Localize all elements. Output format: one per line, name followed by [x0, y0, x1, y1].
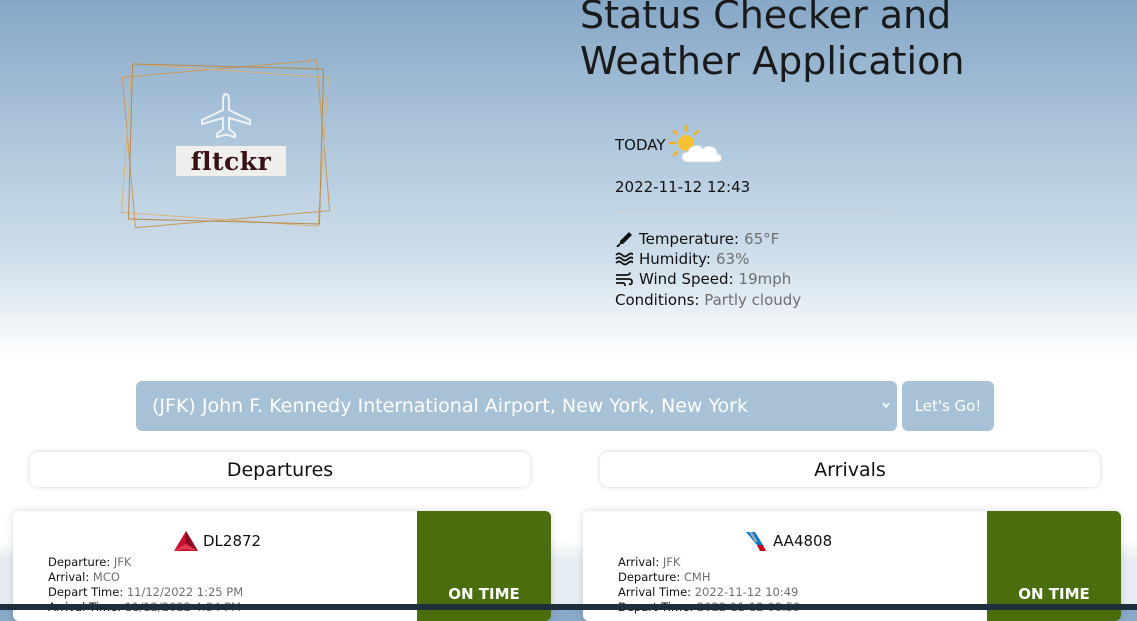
temperature-row: Temperature: 65°F [615, 229, 885, 249]
flight-number: AA4808 [773, 532, 833, 550]
info-label: Arrival: [618, 555, 660, 569]
humidity-waves-icon [615, 252, 633, 266]
today-row: TODAY [615, 124, 885, 166]
info-label: Departure: [48, 555, 111, 569]
weather-panel: TODAY 2022-11-12 12:43 Temperature: 65°F [615, 124, 885, 309]
info-row: Arrival: MCO [48, 570, 243, 585]
bottom-background-strip [0, 604, 1137, 610]
info-row: Depart Time: 11/12/2022 1:25 PM [48, 585, 243, 600]
conditions-label: Conditions: [615, 291, 700, 309]
airplane-icon [201, 92, 251, 139]
info-label: Departure: [618, 570, 681, 584]
page-title-line-2: Weather Application [580, 39, 965, 83]
page-title: Status Checker and Weather Application [580, 0, 1120, 84]
humidity-value: 63% [715, 250, 750, 268]
status-text: ON TIME [1018, 585, 1090, 603]
conditions-value: Partly cloudy [704, 291, 802, 309]
weather-divider [615, 212, 884, 213]
logo-text-box: fltckr [176, 146, 286, 176]
info-value: 2022-11-12 10:49 [694, 585, 799, 599]
logo-text: fltckr [190, 146, 272, 176]
flight-number: DL2872 [203, 532, 262, 550]
partly-cloudy-icon [668, 124, 722, 163]
info-value: CMH [683, 570, 711, 584]
lets-go-button[interactable]: Let's Go! [902, 381, 994, 431]
info-value: JFK [662, 555, 681, 569]
chevron-down-icon [882, 402, 890, 409]
temperature-value: 65°F [744, 230, 780, 248]
flight-header: AA4808 [743, 529, 832, 553]
info-row: Arrival: JFK [618, 555, 801, 570]
info-label: Depart Time: [48, 585, 124, 599]
wind-icon [616, 272, 633, 287]
wind-label: Wind Speed: [639, 270, 734, 288]
humidity-label: Humidity: [639, 250, 711, 268]
temperature-label: Temperature: [639, 230, 740, 248]
logo-frame [127, 63, 325, 225]
status-text: ON TIME [448, 585, 520, 603]
info-value: MCO [92, 570, 120, 584]
airport-select[interactable]: (JFK) John F. Kennedy International Airp… [136, 381, 897, 431]
flight-header: DL2872 [173, 529, 261, 553]
thermometer-icon [616, 232, 632, 247]
wind-row: Wind Speed: 19mph [615, 269, 885, 289]
info-label: Arrival Time: [618, 585, 692, 599]
info-value: 11/12/2022 1:25 PM [126, 585, 244, 599]
fltckr-logo: fltckr [118, 59, 334, 229]
airport-select-value: (JFK) John F. Kennedy International Airp… [152, 395, 748, 417]
today-label: TODAY [615, 136, 666, 154]
wind-value: 19mph [738, 270, 792, 288]
info-row: Departure: JFK [48, 555, 243, 570]
tab-departures[interactable]: Departures [30, 452, 530, 487]
american-airlines-logo-icon [746, 532, 766, 551]
conditions-row: Conditions: Partly cloudy [615, 291, 885, 309]
info-value: JFK [113, 555, 132, 569]
weather-datetime: 2022-11-12 12:43 [615, 178, 751, 196]
page-title-line-1: Status Checker and [580, 0, 952, 37]
humidity-row: Humidity: 63% [615, 249, 885, 269]
info-label: Arrival: [48, 570, 90, 584]
info-row: Arrival Time: 2022-11-12 10:49 [618, 585, 801, 600]
delta-logo-icon [174, 531, 198, 551]
info-row: Departure: CMH [618, 570, 801, 585]
tab-arrivals[interactable]: Arrivals [600, 452, 1100, 487]
